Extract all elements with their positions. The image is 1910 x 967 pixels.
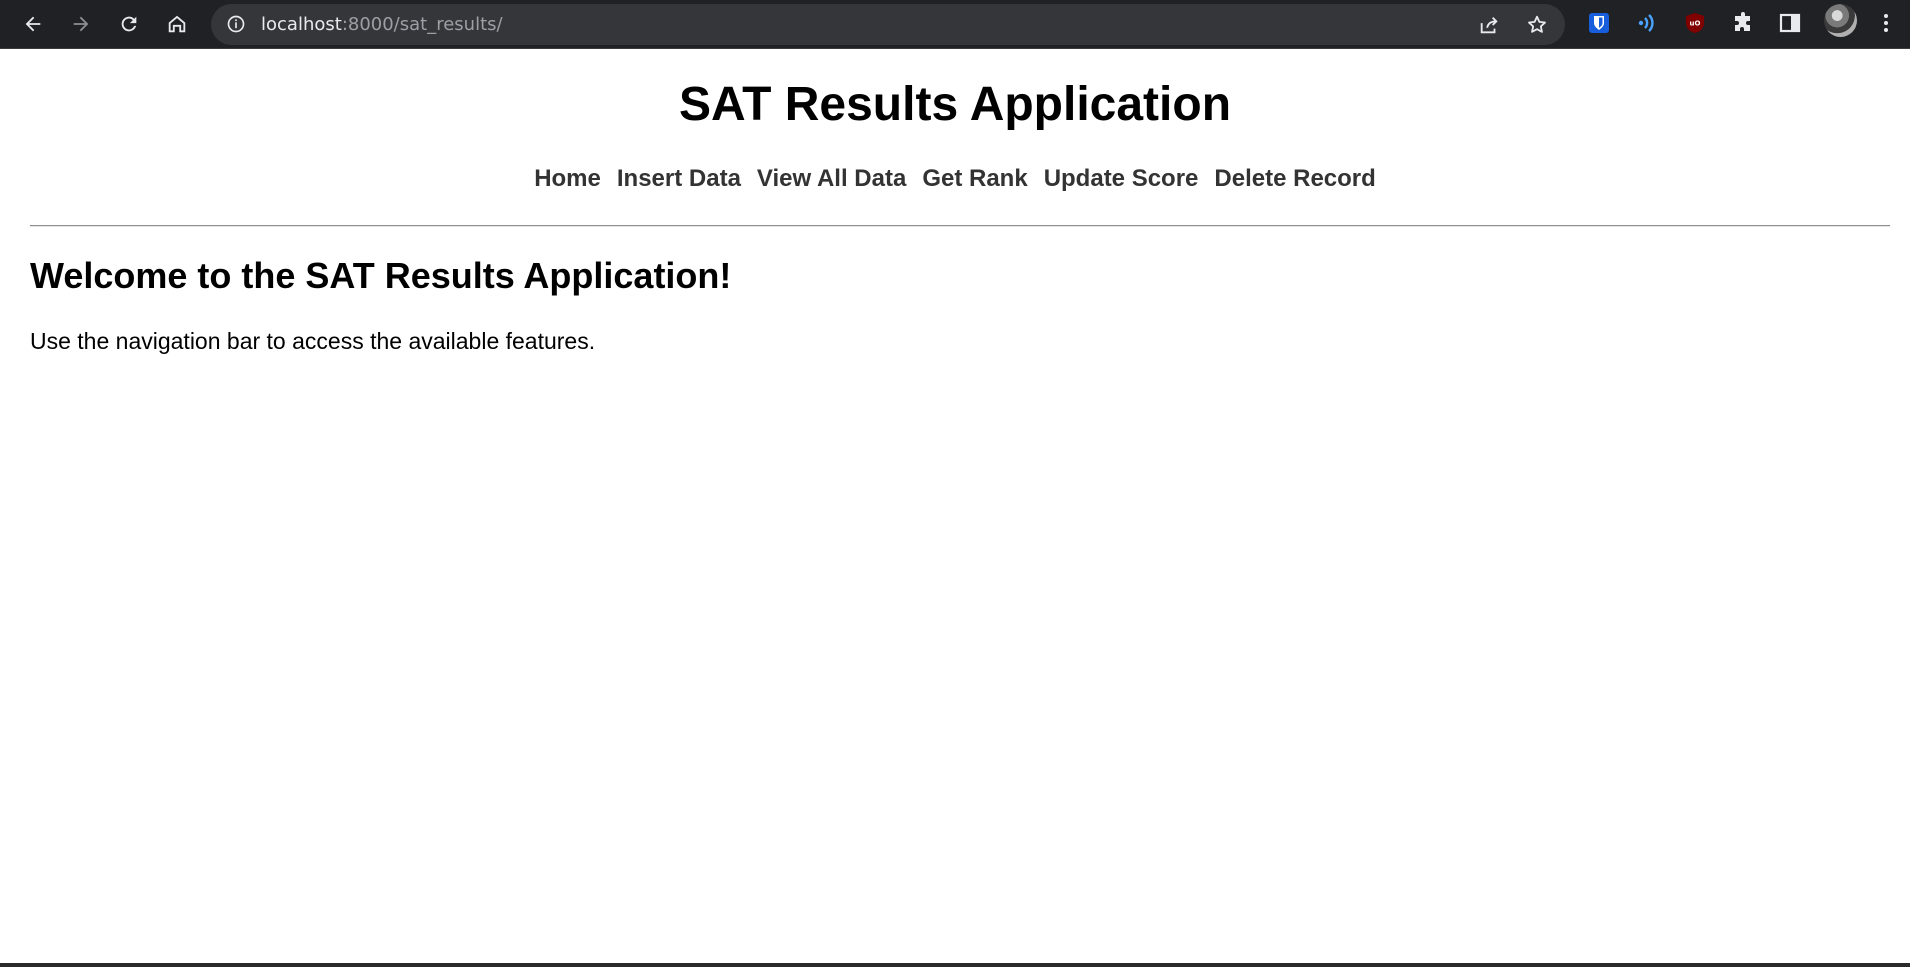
site-title: SAT Results Application (678, 78, 1232, 131)
home-button[interactable] (160, 7, 194, 41)
home-icon (168, 15, 186, 33)
url-path: :8000/sat_results/ (341, 14, 503, 35)
main-nav: Home Insert Data View All Data Get Rank … (0, 163, 1910, 195)
browser-toolbar: localhost:8000/sat_results/ uO (0, 0, 1910, 49)
forward-button[interactable] (64, 7, 98, 41)
nav-delete-record[interactable]: Delete Record (1214, 163, 1375, 195)
forward-icon (73, 16, 89, 32)
audio-extension-icon[interactable] (1633, 9, 1661, 37)
intro-text: Use the navigation bar to access the ava… (30, 328, 596, 354)
nav-update-score[interactable]: Update Score (1044, 163, 1199, 195)
page-content: SAT Results Application Home Insert Data… (0, 50, 1910, 963)
bookmark-star-icon[interactable] (1525, 13, 1549, 37)
svg-text:uO: uO (1690, 20, 1701, 28)
header-divider (30, 225, 1890, 227)
back-icon (25, 16, 41, 32)
address-bar[interactable]: localhost:8000/sat_results/ (211, 4, 1565, 45)
taskbar-edge (0, 963, 1910, 967)
site-info-icon[interactable] (225, 13, 247, 35)
share-icon[interactable] (1477, 13, 1501, 37)
reload-button[interactable] (112, 7, 146, 41)
side-panel-icon[interactable] (1776, 9, 1804, 37)
nav-view-all-data[interactable]: View All Data (757, 163, 906, 195)
nav-home[interactable]: Home (534, 163, 601, 195)
url-text[interactable]: localhost:8000/sat_results/ (261, 14, 503, 36)
bitwarden-extension-icon[interactable] (1585, 9, 1613, 37)
back-button[interactable] (16, 7, 50, 41)
profile-avatar[interactable] (1824, 4, 1857, 37)
reload-icon (121, 16, 137, 32)
welcome-heading: Welcome to the SAT Results Application! (30, 255, 732, 296)
nav-get-rank[interactable]: Get Rank (922, 163, 1027, 195)
menu-kebab-icon[interactable] (1872, 9, 1900, 37)
nav-insert-data[interactable]: Insert Data (617, 163, 741, 195)
extensions-puzzle-icon[interactable] (1729, 9, 1757, 37)
url-host: localhost (261, 14, 342, 35)
ublock-extension-icon[interactable]: uO (1681, 9, 1709, 37)
